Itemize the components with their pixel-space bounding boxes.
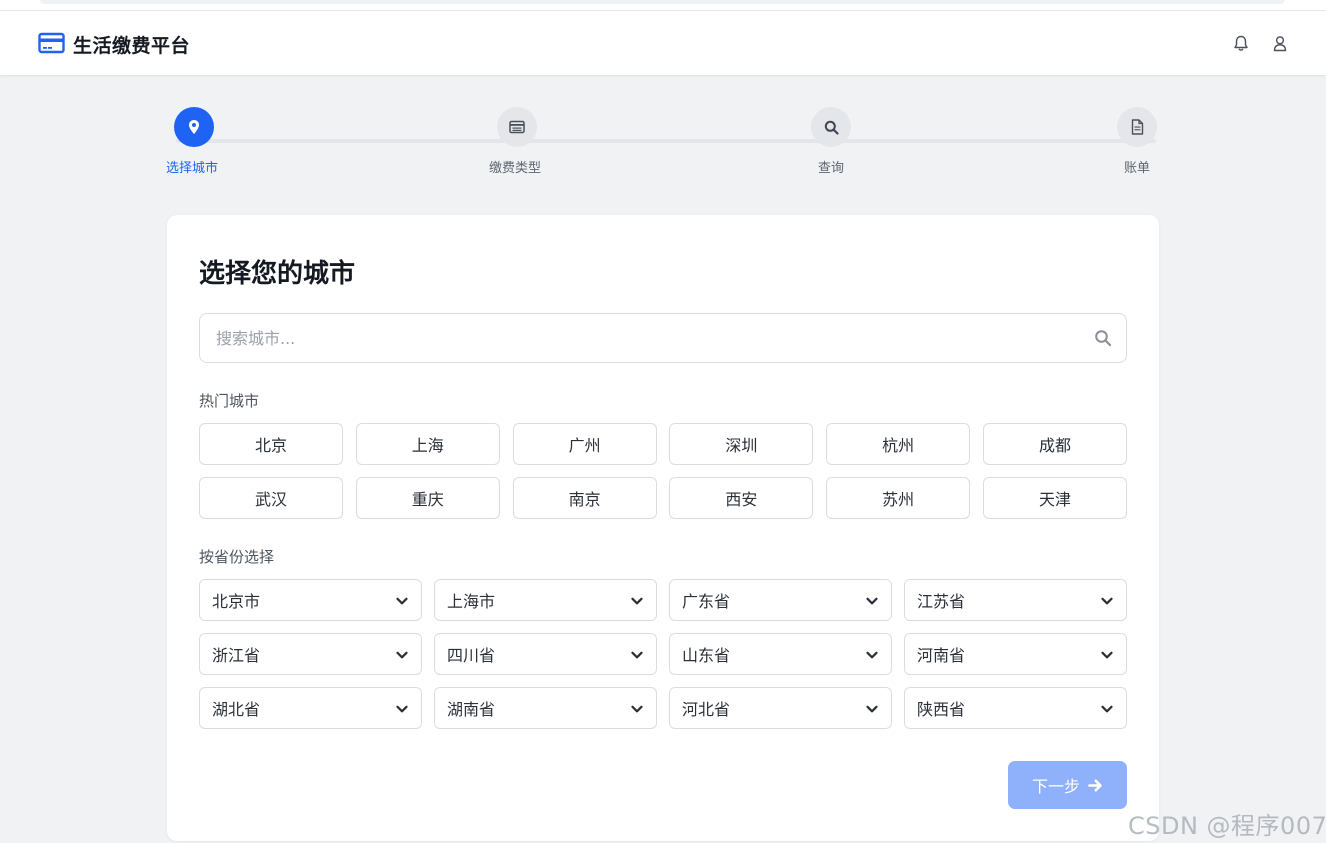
step-label: 查询	[818, 161, 845, 176]
province-name: 广东省	[682, 592, 731, 611]
chevron-down-icon	[1101, 597, 1113, 605]
province-name: 河北省	[682, 700, 731, 719]
province-name: 四川省	[447, 646, 496, 665]
address-bar-edge	[40, 0, 1285, 4]
city-button[interactable]: 天津	[982, 477, 1127, 519]
step-label: 账单	[1124, 161, 1151, 176]
app-title: 生活缴费平台	[73, 35, 191, 57]
city-search-input[interactable]	[200, 314, 1080, 362]
chevron-down-icon	[396, 651, 408, 659]
step-query[interactable]: 查询	[802, 106, 882, 176]
province-select[interactable]: 江苏省	[904, 579, 1127, 621]
card-title: 选择您的城市	[199, 259, 356, 289]
city-button[interactable]: 苏州	[826, 477, 971, 519]
province-name: 北京市	[212, 592, 261, 611]
hot-cities-grid: 北京 上海 广州 深圳 杭州 成都 武汉 重庆 南京 西安 苏州 天津	[199, 423, 1127, 519]
province-select[interactable]: 河北省	[669, 687, 892, 729]
list-card-icon	[497, 107, 537, 147]
province-select[interactable]: 山东省	[669, 633, 892, 675]
search-icon[interactable]	[1094, 329, 1112, 347]
province-select[interactable]: 浙江省	[199, 633, 422, 675]
map-pin-icon	[174, 107, 214, 147]
steps-track	[176, 139, 1156, 143]
chevron-down-icon	[631, 651, 643, 659]
province-name: 河南省	[917, 646, 966, 665]
chevron-down-icon	[1101, 651, 1113, 659]
next-step-label: 下一步	[1031, 777, 1080, 796]
chevron-down-icon	[631, 597, 643, 605]
progress-steps: 选择城市 缴费类型 查询 账单	[166, 106, 1159, 176]
province-select[interactable]: 湖北省	[199, 687, 422, 729]
browser-top-strip	[0, 0, 1326, 11]
province-grid: 北京市 上海市 广东省 江苏省 浙江省 四川省 山东省 河南省 湖北省 湖南省 …	[199, 579, 1127, 729]
city-search-box[interactable]	[199, 313, 1127, 363]
bell-icon[interactable]	[1231, 33, 1251, 53]
chevron-down-icon	[1101, 705, 1113, 713]
brand[interactable]: 生活缴费平台	[38, 31, 190, 58]
city-button[interactable]: 北京	[199, 423, 343, 465]
arrow-right-icon	[1088, 779, 1102, 791]
province-select[interactable]: 上海市	[434, 579, 657, 621]
province-name: 湖南省	[447, 700, 496, 719]
chevron-down-icon	[396, 597, 408, 605]
province-name: 江苏省	[917, 592, 966, 611]
chevron-down-icon	[396, 705, 408, 713]
city-button[interactable]: 重庆	[355, 477, 500, 519]
province-select[interactable]: 四川省	[434, 633, 657, 675]
step-label: 选择城市	[166, 161, 219, 176]
step-bill[interactable]: 账单	[1109, 106, 1189, 176]
province-name: 湖北省	[212, 700, 261, 719]
province-select[interactable]: 广东省	[669, 579, 892, 621]
chevron-down-icon	[631, 705, 643, 713]
city-button[interactable]: 杭州	[826, 423, 971, 465]
city-button[interactable]: 深圳	[669, 423, 814, 465]
province-select[interactable]: 陕西省	[904, 687, 1127, 729]
chevron-down-icon	[866, 597, 878, 605]
province-name: 上海市	[447, 592, 496, 611]
watermark: CSDN @程序007	[1128, 812, 1326, 840]
user-icon[interactable]	[1270, 33, 1290, 53]
province-select[interactable]: 北京市	[199, 579, 422, 621]
search-icon	[811, 107, 851, 147]
step-label: 缴费类型	[489, 161, 542, 176]
document-icon	[1117, 107, 1157, 147]
credit-card-icon	[38, 32, 65, 58]
hot-cities-label: 热门城市	[199, 392, 260, 410]
city-selection-card: 选择您的城市 热门城市 北京 上海 广州 深圳 杭州 成都 武汉 重庆 南京 西…	[167, 215, 1159, 841]
province-name: 浙江省	[212, 646, 261, 665]
step-select-city[interactable]: 选择城市	[166, 106, 246, 176]
province-select[interactable]: 河南省	[904, 633, 1127, 675]
province-select[interactable]: 湖南省	[434, 687, 657, 729]
city-button[interactable]: 广州	[512, 423, 657, 465]
city-button[interactable]: 南京	[512, 477, 657, 519]
city-button[interactable]: 西安	[669, 477, 814, 519]
chevron-down-icon	[866, 705, 878, 713]
province-label: 按省份选择	[199, 548, 275, 566]
province-name: 陕西省	[917, 700, 966, 719]
top-navbar: 生活缴费平台	[0, 11, 1326, 75]
city-button[interactable]: 武汉	[199, 477, 343, 519]
city-button[interactable]: 成都	[982, 423, 1127, 465]
chevron-down-icon	[866, 651, 878, 659]
next-step-button[interactable]: 下一步	[1008, 761, 1127, 809]
step-payment-type[interactable]: 缴费类型	[489, 106, 569, 176]
province-name: 山东省	[682, 646, 731, 665]
city-button[interactable]: 上海	[355, 423, 500, 465]
